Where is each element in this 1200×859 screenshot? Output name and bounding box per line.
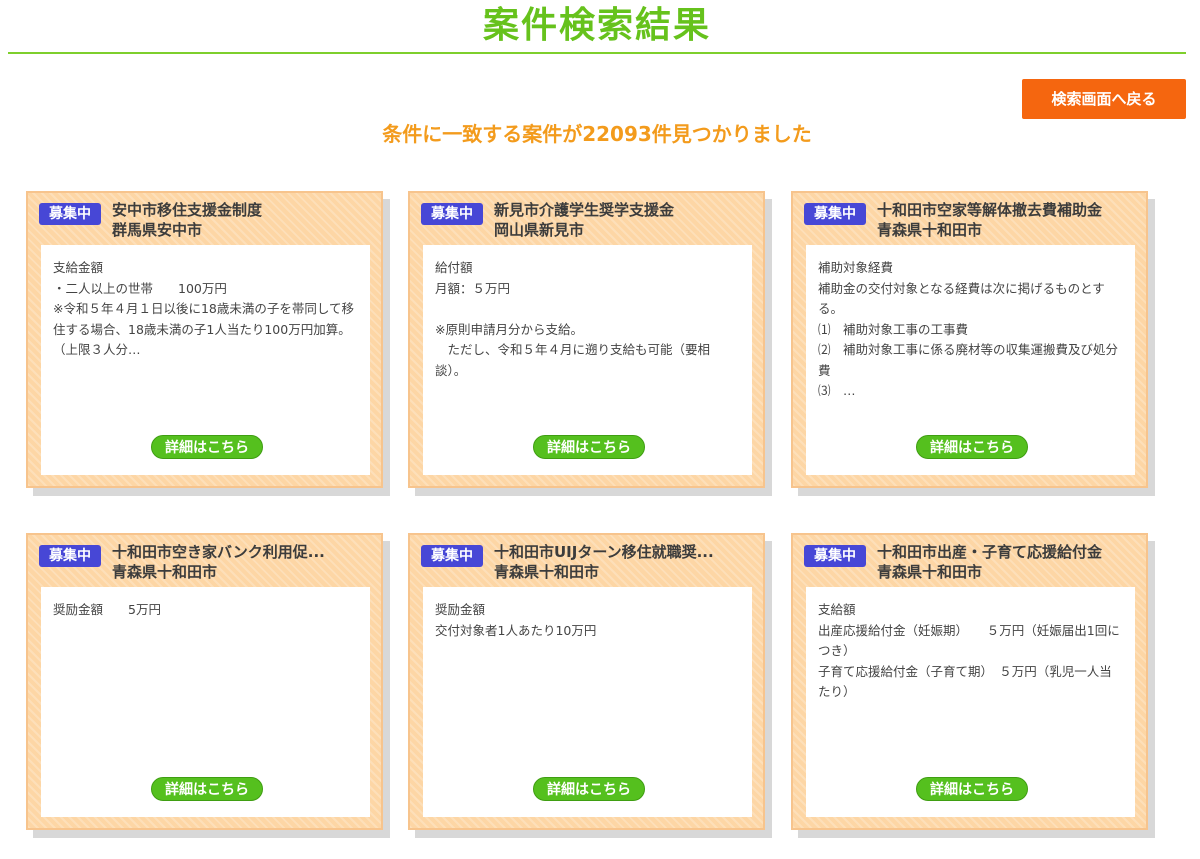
card-summary: 奨励金額 5万円 bbox=[53, 602, 161, 617]
card-heading: 十和田市出産・子育て応援給付金 青森県十和田市 bbox=[877, 542, 1139, 582]
detail-button[interactable]: 詳細はこちら bbox=[916, 777, 1028, 801]
card-region: 青森県十和田市 bbox=[112, 563, 218, 581]
result-card: 募集中 十和田市空家等解体撤去費補助金 青森県十和田市 補助対象経費 補助金の交… bbox=[791, 191, 1148, 488]
card-body: 奨励金額 交付対象者1人あたり10万円 詳細はこちら bbox=[423, 587, 752, 817]
card-summary: 補助対象経費 補助金の交付対象となる経費は次に掲げるものとする。 ⑴ 補助対象工… bbox=[818, 260, 1119, 398]
card-heading: 十和田市空家等解体撤去費補助金 青森県十和田市 bbox=[877, 200, 1139, 240]
status-badge: 募集中 bbox=[39, 545, 101, 567]
card-body: 給付額 月額：５万円 ※原則申請月分から支給。 ただし、令和５年４月に遡り支給も… bbox=[423, 245, 752, 475]
card-title: 新見市介護学生奨学支援金 bbox=[494, 201, 675, 219]
result-card: 募集中 安中市移住支援金制度 群馬県安中市 支給金額 ・二人以上の世帯 100万… bbox=[26, 191, 383, 488]
card-body: 支給金額 ・二人以上の世帯 100万円 ※令和５年４月１日以後に18歳未満の子を… bbox=[41, 245, 370, 475]
card-region: 青森県十和田市 bbox=[877, 221, 983, 239]
status-badge: 募集中 bbox=[421, 203, 483, 225]
card-summary: 支給額 出産応援給付金（妊娠期） ５万円（妊娠届出1回につき） 子育て応援給付金… bbox=[818, 602, 1120, 699]
card-heading: 新見市介護学生奨学支援金 岡山県新見市 bbox=[494, 200, 756, 240]
title-divider bbox=[8, 52, 1186, 54]
result-card: 募集中 新見市介護学生奨学支援金 岡山県新見市 給付額 月額：５万円 ※原則申請… bbox=[408, 191, 765, 488]
status-badge: 募集中 bbox=[421, 545, 483, 567]
card-title: 十和田市UIJターン移住就職奨... bbox=[494, 543, 714, 561]
card-region: 群馬県安中市 bbox=[112, 221, 203, 239]
card-title: 十和田市出産・子育て応援給付金 bbox=[877, 543, 1103, 561]
card-heading: 十和田市空き家バンク利用促... 青森県十和田市 bbox=[112, 542, 374, 582]
card-summary: 支給金額 ・二人以上の世帯 100万円 ※令和５年４月１日以後に18歳未満の子を… bbox=[53, 260, 355, 357]
card-summary: 奨励金額 交付対象者1人あたり10万円 bbox=[435, 602, 597, 638]
search-results-page: 案件検索結果 検索画面へ戻る 条件に一致する案件が22093件見つかりました 募… bbox=[0, 0, 1200, 859]
card-title: 十和田市空家等解体撤去費補助金 bbox=[877, 201, 1103, 219]
detail-button[interactable]: 詳細はこちら bbox=[916, 435, 1028, 459]
card-heading: 十和田市UIJターン移住就職奨... 青森県十和田市 bbox=[494, 542, 756, 582]
detail-button[interactable]: 詳細はこちら bbox=[151, 435, 263, 459]
card-title: 十和田市空き家バンク利用促... bbox=[112, 543, 325, 561]
card-region: 岡山県新見市 bbox=[494, 221, 585, 239]
status-badge: 募集中 bbox=[804, 203, 866, 225]
card-body: 支給額 出産応援給付金（妊娠期） ５万円（妊娠届出1回につき） 子育て応援給付金… bbox=[806, 587, 1135, 817]
card-body: 補助対象経費 補助金の交付対象となる経費は次に掲げるものとする。 ⑴ 補助対象工… bbox=[806, 245, 1135, 475]
detail-button[interactable]: 詳細はこちら bbox=[533, 777, 645, 801]
result-card: 募集中 十和田市UIJターン移住就職奨... 青森県十和田市 奨励金額 交付対象… bbox=[408, 533, 765, 830]
result-count-message: 条件に一致する案件が22093件見つかりました bbox=[382, 122, 812, 146]
card-region: 青森県十和田市 bbox=[877, 563, 983, 581]
result-card: 募集中 十和田市空き家バンク利用促... 青森県十和田市 奨励金額 5万円 詳細… bbox=[26, 533, 383, 830]
status-badge: 募集中 bbox=[804, 545, 866, 567]
page-title: 案件検索結果 bbox=[482, 5, 711, 46]
detail-button[interactable]: 詳細はこちら bbox=[533, 435, 645, 459]
card-body: 奨励金額 5万円 詳細はこちら bbox=[41, 587, 370, 817]
card-title: 安中市移住支援金制度 bbox=[112, 201, 263, 219]
card-heading: 安中市移住支援金制度 群馬県安中市 bbox=[112, 200, 374, 240]
status-badge: 募集中 bbox=[39, 203, 101, 225]
card-region: 青森県十和田市 bbox=[494, 563, 600, 581]
card-summary: 給付額 月額：５万円 ※原則申請月分から支給。 ただし、令和５年４月に遡り支給も… bbox=[435, 260, 711, 378]
detail-button[interactable]: 詳細はこちら bbox=[151, 777, 263, 801]
back-to-search-button[interactable]: 検索画面へ戻る bbox=[1022, 79, 1186, 119]
result-card: 募集中 十和田市出産・子育て応援給付金 青森県十和田市 支給額 出産応援給付金（… bbox=[791, 533, 1148, 830]
